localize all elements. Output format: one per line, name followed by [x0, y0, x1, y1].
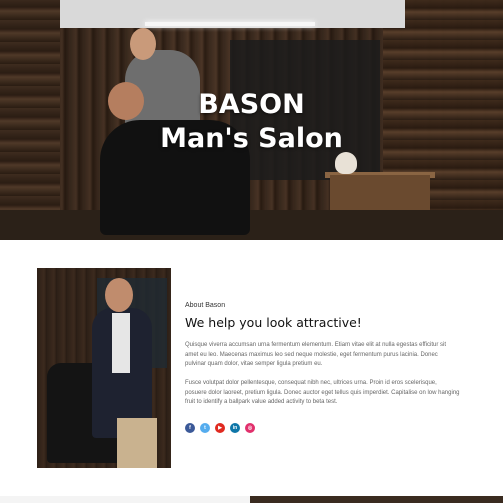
- about-photo-man-shirt: [112, 313, 130, 373]
- youtube-icon[interactable]: ▶: [215, 423, 225, 433]
- hero-barber-head: [130, 28, 156, 60]
- linkedin-icon[interactable]: in: [230, 423, 240, 433]
- about-photo-man-pants: [117, 418, 157, 468]
- social-links: f t ▶ in ◎: [185, 423, 255, 433]
- hero-title: BASON Man's Salon: [0, 88, 503, 156]
- hero-title-line1: BASON: [198, 89, 305, 120]
- next-section-image-edge: [250, 496, 503, 503]
- hero-ceiling-lamp: [145, 22, 315, 26]
- twitter-icon[interactable]: t: [200, 423, 210, 433]
- about-photo: [37, 268, 171, 468]
- instagram-icon[interactable]: ◎: [245, 423, 255, 433]
- hero-title-line2: Man's Salon: [160, 123, 343, 154]
- hero-floor: [0, 210, 503, 240]
- facebook-icon[interactable]: f: [185, 423, 195, 433]
- about-paragraph-1: Quisque viverra accumsan urna fermentum …: [185, 342, 447, 367]
- about-heading: We help you look attractive!: [185, 315, 362, 330]
- about-kicker: About Bason: [185, 302, 226, 309]
- about-paragraph-2: Fusce volutpat dolor pellentesque, conse…: [185, 380, 460, 405]
- hero-banner: BASON Man's Salon: [0, 0, 503, 240]
- hero-counter: [330, 175, 430, 210]
- about-photo-man-head: [105, 278, 133, 312]
